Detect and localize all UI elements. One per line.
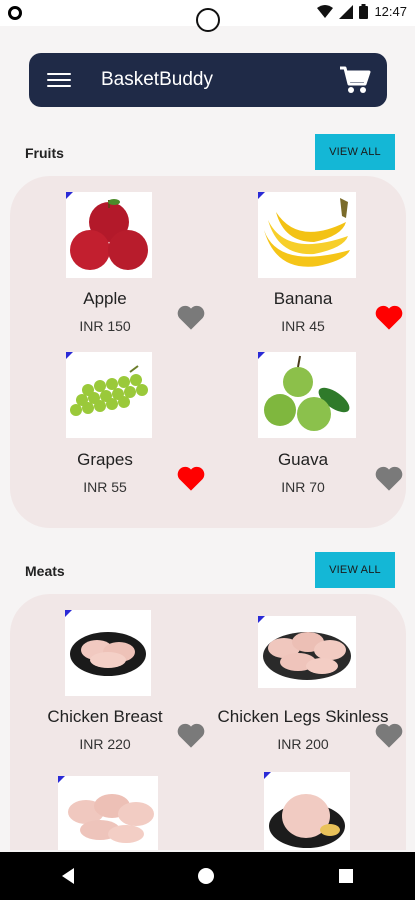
chicken-breast-image (65, 610, 151, 696)
heart-icon[interactable] (177, 723, 205, 749)
fruits-section-title: Fruits (25, 145, 64, 161)
banana-image (258, 192, 356, 278)
whole-chicken-image (264, 772, 350, 850)
app-title: BasketBuddy (101, 69, 213, 90)
product-chicken-legs[interactable]: Chicken Legs Skinless INR 200 (208, 594, 403, 764)
chicken-pieces-image (58, 776, 158, 850)
fruits-card: Apple INR 150 Banana INR 45 Grapes INR 5… (10, 176, 406, 528)
product-chicken-breast[interactable]: Chicken Breast INR 220 (10, 594, 205, 764)
recent-apps-icon[interactable] (338, 869, 353, 883)
app-bar: BasketBuddy (29, 53, 387, 107)
guava-name: Guava (277, 450, 329, 469)
chicken-legs-image (258, 616, 356, 688)
signal-icon (339, 4, 354, 19)
heart-icon[interactable] (375, 466, 403, 492)
guava-image (258, 352, 356, 438)
meats-card: Chicken Breast INR 220 Chicken Legs Skin… (10, 594, 406, 850)
meats-section-title: Meats (25, 563, 65, 579)
heart-icon[interactable] (375, 305, 403, 331)
grapes-image (66, 352, 152, 438)
meats-view-all-button[interactable]: VIEW ALL (315, 552, 395, 588)
menu-icon[interactable] (47, 73, 71, 87)
grapes-name: Grapes (77, 450, 133, 469)
product-grapes[interactable]: Grapes INR 55 (10, 346, 205, 516)
banana-price: INR 45 (281, 318, 325, 334)
apple-image (66, 192, 152, 278)
camera-cutout (196, 8, 220, 32)
chicken-breast-price: INR 220 (79, 736, 131, 752)
grapes-price: INR 55 (83, 479, 127, 495)
status-icons: 12:47 (317, 4, 407, 19)
notification-icon (8, 6, 22, 20)
system-nav-bar (0, 852, 415, 900)
chicken-legs-name: Chicken Legs Skinless (217, 707, 389, 726)
heart-icon[interactable] (177, 305, 205, 331)
apple-name: Apple (83, 289, 127, 308)
banana-name: Banana (273, 289, 333, 308)
fruits-view-all-button[interactable]: VIEW ALL (315, 134, 395, 170)
apple-price: INR 150 (79, 318, 131, 334)
back-icon[interactable] (62, 868, 75, 884)
heart-icon[interactable] (375, 723, 403, 749)
product-partial-right[interactable] (208, 764, 398, 850)
guava-price: INR 70 (281, 479, 325, 495)
chicken-breast-name: Chicken Breast (47, 707, 163, 726)
battery-icon (359, 4, 369, 19)
wifi-icon (317, 4, 334, 18)
product-apple[interactable]: Apple INR 150 (10, 176, 205, 346)
clock: 12:47 (374, 4, 407, 19)
chicken-legs-price: INR 200 (277, 736, 329, 752)
product-partial-left[interactable] (10, 764, 200, 850)
product-banana[interactable]: Banana INR 45 (208, 176, 403, 346)
product-guava[interactable]: Guava INR 70 (208, 346, 403, 516)
home-icon[interactable] (198, 868, 215, 884)
status-bar: 12:47 (0, 0, 415, 32)
cart-icon[interactable] (339, 65, 371, 95)
heart-icon[interactable] (177, 466, 205, 492)
